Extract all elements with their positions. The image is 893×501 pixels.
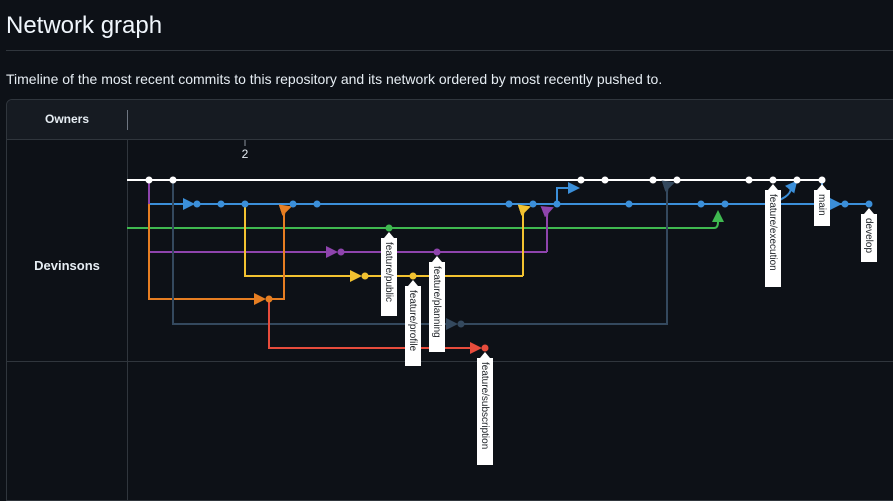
svg-text:feature/execution: feature/execution [767, 194, 778, 271]
svg-text:feature/public: feature/public [383, 242, 394, 302]
svg-text:develop: develop [863, 218, 874, 253]
branch-develop-line[interactable] [148, 180, 866, 210]
svg-text:feature/subscription: feature/subscription [479, 362, 490, 449]
branch-label-develop[interactable]: develop [861, 208, 877, 262]
commit-dot-slate[interactable] [457, 320, 465, 328]
network-graph-canvas[interactable]: 2 feature/public feature/profile feature… [0, 0, 893, 483]
branch-label-feature-profile[interactable]: feature/profile [405, 280, 421, 366]
commit-dot-orange[interactable] [265, 295, 273, 303]
branch-label-feature-planning[interactable]: feature/planning [429, 256, 445, 352]
commit-dot-red[interactable] [481, 344, 489, 352]
svg-text:feature/planning: feature/planning [431, 266, 442, 338]
branch-label-feature-subscription[interactable]: feature/subscription [477, 352, 493, 465]
svg-text:main: main [816, 194, 827, 216]
commit-dot-green[interactable] [385, 224, 393, 232]
branch-green-line[interactable] [127, 210, 724, 229]
branch-purple-line[interactable] [148, 180, 554, 258]
branch-label-main[interactable]: main [814, 184, 830, 226]
date-label: 2 [242, 147, 249, 161]
branch-label-feature-public[interactable]: feature/public [381, 232, 397, 316]
svg-text:feature/profile: feature/profile [407, 290, 418, 352]
branch-label-feature-execution[interactable]: feature/execution [765, 184, 781, 287]
